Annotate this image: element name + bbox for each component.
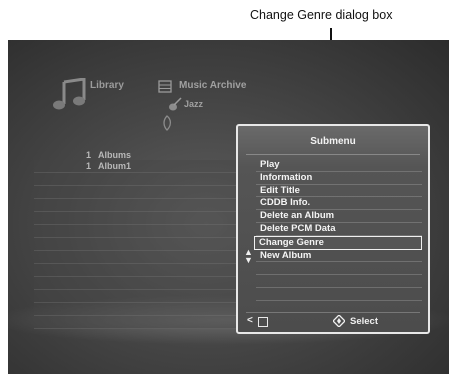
back-arrow-icon[interactable]: < <box>247 315 253 326</box>
footer-divider <box>246 312 420 313</box>
genre-label: Jazz <box>184 99 204 109</box>
tv-screen: Library Music Archive Jazz 1 Albums 1 Al… <box>8 40 449 374</box>
library-list <box>34 160 239 329</box>
list-row <box>34 277 239 290</box>
menu-item-delete-pcm-data[interactable]: Delete PCM Data <box>256 223 422 236</box>
return-button-icon[interactable] <box>258 317 268 327</box>
list-row <box>34 186 239 199</box>
select-label: Select <box>350 316 378 327</box>
menu-item-play[interactable]: Play <box>256 159 422 172</box>
change-genre-dialog: Submenu Play Information Edit Title CDDB… <box>236 124 430 334</box>
submenu-list: Play Information Edit Title CDDB Info. D… <box>254 159 422 301</box>
list-row <box>34 160 239 173</box>
up-down-arrow-icon: ▲ ▼ <box>244 247 253 265</box>
list-row <box>34 212 239 225</box>
menu-item-change-genre[interactable]: Change Genre <box>254 235 422 250</box>
tree-count-album1: 1 <box>86 161 92 171</box>
genre-shape-icon <box>163 115 172 131</box>
menu-item-empty <box>256 262 422 276</box>
library-label: Library <box>90 80 124 91</box>
menu-item-empty <box>256 275 422 288</box>
music-archive-icon <box>158 80 172 93</box>
menu-item-information[interactable]: Information <box>256 172 422 185</box>
menu-item-empty <box>256 288 422 301</box>
list-row <box>34 290 239 303</box>
tree-item-album1[interactable]: Album1 <box>98 161 131 171</box>
list-row <box>34 316 239 329</box>
list-row <box>34 173 239 186</box>
menu-item-edit-title[interactable]: Edit Title <box>256 185 422 198</box>
music-note-icon <box>53 78 86 110</box>
list-row <box>34 225 239 238</box>
list-row <box>34 199 239 212</box>
tree-item-albums[interactable]: Albums <box>98 150 131 160</box>
list-row <box>34 238 239 251</box>
menu-item-delete-album[interactable]: Delete an Album <box>256 210 422 223</box>
select-dpad-icon <box>333 315 345 327</box>
menu-item-cddb-info[interactable]: CDDB Info. <box>256 197 422 211</box>
list-row <box>34 251 239 264</box>
music-archive-label: Music Archive <box>179 80 247 91</box>
callout-label: Change Genre dialog box <box>250 8 393 22</box>
dialog-divider <box>246 154 420 155</box>
dialog-title: Submenu <box>310 136 356 147</box>
guitar-icon <box>169 97 182 111</box>
list-row <box>34 264 239 277</box>
tree-count-albums: 1 <box>86 150 92 160</box>
menu-item-new-album[interactable]: New Album <box>256 250 422 263</box>
list-row <box>34 303 239 316</box>
